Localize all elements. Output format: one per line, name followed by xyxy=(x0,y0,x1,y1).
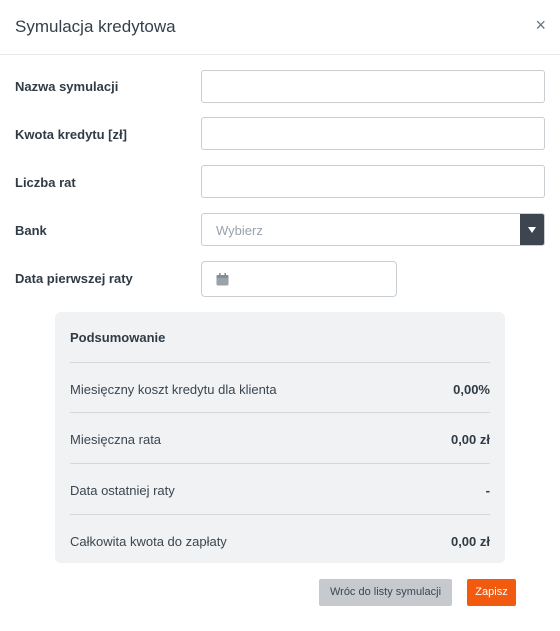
credit-amount-field-wrapper xyxy=(201,117,545,150)
summary-title: Podsumowanie xyxy=(70,330,166,345)
summary-row-last-installment-date: Data ostatniej raty - xyxy=(70,463,490,513)
summary-row-value: 0,00 zł xyxy=(450,534,490,549)
credit-amount-input[interactable] xyxy=(202,118,544,149)
summary-row-value: 0,00% xyxy=(453,382,490,397)
summary-row-monthly-installment: Miesięczna rata 0,00 zł xyxy=(70,412,490,462)
credit-amount-label: Kwota kredytu [zł] xyxy=(15,127,127,142)
credit-simulation-modal: Symulacja kredytowa × Nazwa symulacji Kw… xyxy=(0,0,560,631)
installments-count-label: Liczba rat xyxy=(15,175,76,190)
modal-title: Symulacja kredytowa xyxy=(15,17,176,36)
installments-count-input[interactable] xyxy=(202,166,544,197)
first-installment-date-label: Data pierwszej raty xyxy=(15,271,133,286)
summary-row-total-amount: Całkowita kwota do zapłaty 0,00 zł xyxy=(70,514,490,564)
bank-select[interactable]: Wybierz xyxy=(201,213,545,246)
simulation-name-field-wrapper xyxy=(201,70,545,103)
summary-row-value: 0,00 zł xyxy=(450,432,490,447)
summary-row-monthly-cost: Miesięczny koszt kredytu dla klienta 0,0… xyxy=(70,362,490,412)
back-to-list-button[interactable]: Wróc do listy symulacji xyxy=(319,579,452,606)
calendar-icon[interactable] xyxy=(216,273,229,286)
summary-row-label: Miesięczna rata xyxy=(70,432,162,447)
summary-row-value: - xyxy=(485,483,490,498)
first-installment-date-input[interactable] xyxy=(201,261,397,297)
close-icon[interactable]: × xyxy=(535,15,546,35)
summary-panel: Podsumowanie Miesięczny koszt kredytu dl… xyxy=(55,312,505,563)
summary-row-label: Data ostatniej raty xyxy=(70,483,175,498)
save-button[interactable]: Zapisz xyxy=(467,579,516,606)
summary-row-label: Miesięczny koszt kredytu dla klienta xyxy=(70,382,277,397)
bank-select-placeholder: Wybierz xyxy=(216,223,263,238)
simulation-name-input[interactable] xyxy=(202,71,544,102)
installments-count-field-wrapper xyxy=(201,165,545,198)
bank-label: Bank xyxy=(15,223,47,238)
modal-header: Symulacja kredytowa × xyxy=(0,0,560,55)
simulation-name-label: Nazwa symulacji xyxy=(15,79,119,94)
chevron-down-icon[interactable] xyxy=(520,214,544,245)
summary-row-label: Całkowita kwota do zapłaty xyxy=(70,534,227,549)
